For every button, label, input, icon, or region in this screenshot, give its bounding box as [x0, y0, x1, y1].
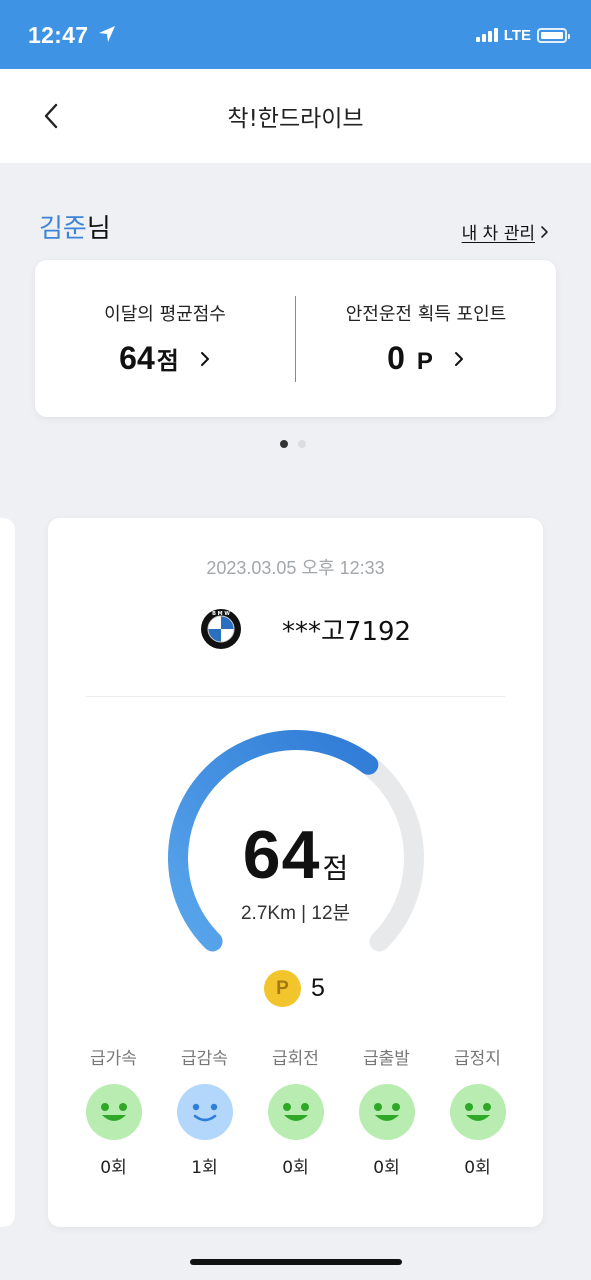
monthly-average-value: 64 [119, 340, 155, 376]
blue-smile-icon [176, 1084, 233, 1140]
page-dot-active[interactable] [280, 440, 288, 448]
green-smile-icon [449, 1084, 506, 1140]
distance-duration: 2.7Km | 12분 [240, 903, 351, 924]
event-label: 급회전 [272, 1049, 319, 1069]
earned-points-value: 5 [311, 974, 325, 1002]
earned-points: P 5 [264, 970, 325, 1007]
user-name: 김준 [39, 214, 87, 244]
status-indicators: LTE [475, 24, 570, 46]
signal-icon [475, 28, 498, 42]
license-plate: ***고7192 [282, 616, 412, 647]
drive-datetime: 2023.03.05 오후 12:33 [206, 558, 385, 578]
page-title: 착!한드라이브 [227, 106, 364, 132]
bmw-logo-icon: B M W [201, 609, 241, 649]
chevron-right-icon [541, 225, 548, 238]
monthly-average-unit: 점 [156, 347, 179, 375]
event-label: 급출발 [363, 1049, 410, 1069]
svg-text:B M W: B M W [212, 611, 230, 617]
drive-score-unit: 점 [322, 852, 349, 885]
chevron-right-icon [454, 351, 463, 366]
event-label: 급가속 [90, 1049, 137, 1069]
chevron-right-icon [200, 351, 209, 366]
event-count: 1회 [191, 1158, 218, 1178]
page-dot[interactable] [298, 440, 306, 448]
monthly-average-score[interactable]: 이달의 평균점수 64 점 [35, 260, 295, 417]
user-greeting: 김준님 [39, 208, 111, 245]
event-label: 급정지 [454, 1049, 501, 1069]
event-rapid-deceleration[interactable]: 급감속 1회 [159, 1044, 250, 1178]
driving-events: 급가속 0회 급감속 1회 급회전 0회 급출발 0회 급정지 0회 [68, 1044, 523, 1178]
green-smile-icon [267, 1084, 324, 1140]
my-car-manage-link[interactable]: 내 차 관리 [462, 219, 549, 244]
location-arrow-icon [99, 26, 115, 42]
car-info: B M W ***고7192 [200, 608, 411, 650]
network-label: LTE [503, 26, 531, 44]
status-bar: 12:47 LTE [0, 0, 591, 69]
green-smile-icon [358, 1084, 415, 1140]
drive-score-value: 64 [242, 817, 321, 893]
event-rapid-acceleration[interactable]: 급가속 0회 [68, 1044, 159, 1178]
safe-driving-points[interactable]: 안전운전 획득 포인트 0 P [296, 260, 556, 417]
event-count: 0회 [464, 1158, 491, 1178]
event-count: 0회 [100, 1158, 127, 1178]
page-indicator [280, 440, 306, 448]
status-time: 12:47 [28, 22, 89, 48]
previous-drive-card[interactable] [0, 518, 15, 1227]
point-coin-icon: P [264, 970, 301, 1007]
monthly-average-label: 이달의 평균점수 [104, 304, 226, 325]
event-sharp-turn[interactable]: 급회전 0회 [250, 1044, 341, 1178]
drive-score: 64 점 [48, 816, 543, 894]
summary-card: 이달의 평균점수 64 점 안전운전 획득 포인트 0 P [35, 260, 556, 417]
home-indicator [190, 1259, 402, 1265]
monthly-average-value-row: 64 점 [35, 340, 295, 377]
safe-driving-points-label: 안전운전 획득 포인트 [345, 304, 507, 325]
safe-driving-points-value-row: 0 P [296, 340, 556, 377]
my-car-manage-label: 내 차 관리 [461, 224, 535, 244]
battery-icon [537, 27, 570, 43]
card-divider [86, 696, 505, 697]
nav-bar: 착!한드라이브 [0, 69, 591, 163]
safe-driving-points-unit: P [416, 348, 433, 375]
event-sudden-stop[interactable]: 급정지 0회 [432, 1044, 523, 1178]
event-count: 0회 [373, 1158, 400, 1178]
green-smile-icon [85, 1084, 142, 1140]
event-rapid-start[interactable]: 급출발 0회 [341, 1044, 432, 1178]
event-label: 급감속 [181, 1049, 228, 1069]
safe-driving-points-value: 0 [387, 340, 405, 376]
event-count: 0회 [282, 1158, 309, 1178]
greeting-honorific: 님 [86, 214, 111, 244]
drive-record-card[interactable]: 2023.03.05 오후 12:33 B M W ***고7192 64 점 … [48, 518, 543, 1227]
